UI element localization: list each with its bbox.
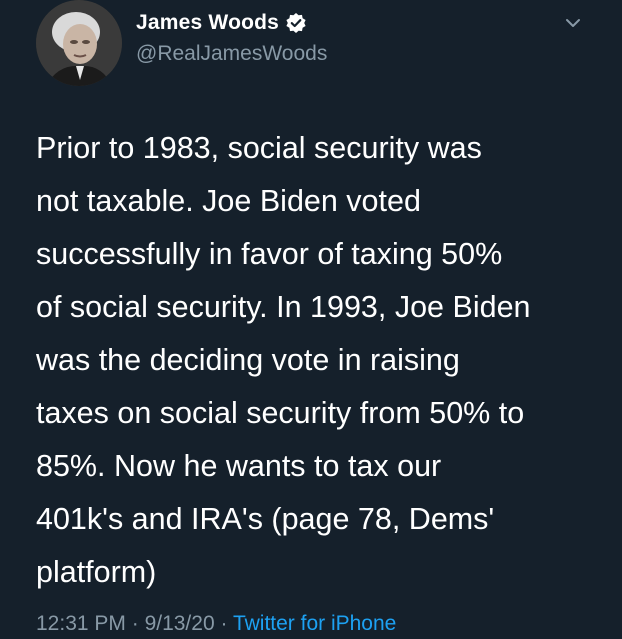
tweet-date[interactable]: 9/13/20 — [145, 612, 215, 635]
author-name-row[interactable]: James Woods — [136, 8, 307, 38]
author-handle[interactable]: @RealJamesWoods — [136, 42, 327, 66]
tweet-meta: 12:31 PM · 9/13/20 · Twitter for iPhone — [36, 612, 396, 636]
tweet-time[interactable]: 12:31 PM — [36, 612, 126, 635]
meta-separator: · — [125, 612, 145, 635]
verified-badge-icon — [285, 12, 307, 34]
chevron-down-icon[interactable] — [562, 12, 584, 34]
tweet-card: James Woods @RealJamesWoods Prior to 198… — [0, 0, 622, 639]
tweet-text: Prior to 1983, social security was not t… — [36, 131, 531, 589]
author-display-name[interactable]: James Woods — [136, 11, 279, 35]
tweet-source-link[interactable]: Twitter for iPhone — [233, 612, 396, 635]
profile-photo — [36, 0, 122, 86]
meta-separator: · — [214, 612, 233, 635]
avatar[interactable] — [36, 0, 122, 86]
